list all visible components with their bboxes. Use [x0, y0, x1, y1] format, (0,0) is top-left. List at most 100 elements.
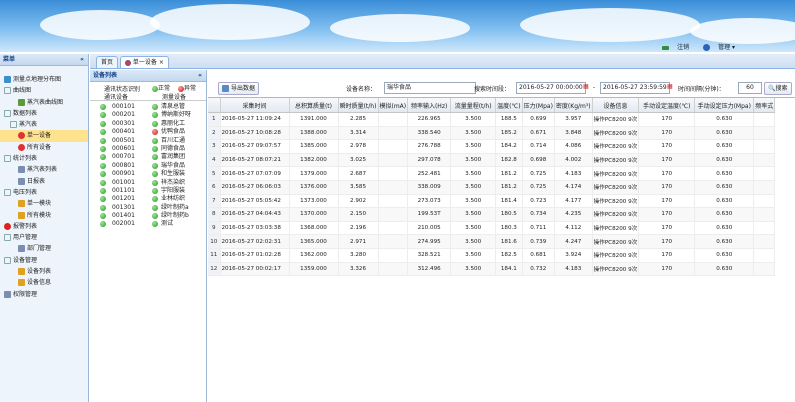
device-name-field[interactable]: 瑞华食品	[384, 82, 476, 94]
column-header[interactable]: 设备信息	[592, 98, 640, 113]
column-header[interactable]: 频率输入(Hz)	[407, 98, 452, 113]
menu-item[interactable]: 单一设备	[0, 130, 88, 142]
tab-single-device[interactable]: 单一设备 ×	[120, 56, 169, 68]
column-header[interactable]: 流量量程(t/h)	[450, 98, 497, 113]
table-row[interactable]: 1 2016-05-27 11:09:24 1391.000 2.285 226.965…	[208, 112, 776, 127]
column-header[interactable]: 压力(Mpa)	[522, 98, 555, 113]
menu-item[interactable]: 设备列表	[0, 266, 88, 277]
menu-item[interactable]: 蒸汽表列表	[0, 164, 88, 175]
device-row[interactable]: 001301 绿叶制药a	[90, 204, 206, 212]
menu-item[interactable]: 设备信息	[0, 277, 88, 288]
device-row[interactable]: 000601 同德食品	[90, 145, 206, 153]
table-row[interactable]: 5 2016-05-27 07:07:09 1379.000 2.687 252.481…	[208, 166, 776, 181]
close-icon[interactable]: ×	[159, 59, 164, 66]
row-number: 8	[208, 207, 221, 222]
table-cell: 1368.000	[289, 221, 339, 236]
table-cell: 170	[638, 153, 696, 168]
table-row[interactable]: 12 2016-05-27 00:02:17 1359.000 3.326 312.49…	[208, 262, 776, 277]
device-status-icon	[152, 213, 158, 220]
table-row[interactable]: 9 2016-05-27 03:03:38 1368.000 2.196 210.005…	[208, 221, 776, 236]
table-cell: 184.1	[495, 262, 523, 277]
table-row[interactable]: 7 2016-05-27 05:05:42 1373.000 2.902 273.073…	[208, 194, 776, 209]
table-cell: 4.174	[554, 180, 593, 195]
column-header[interactable]: 瞬时质量(t/h)	[338, 98, 379, 113]
table-cell: 1365.000	[289, 234, 339, 249]
column-header[interactable]: 总积算质量(t)	[289, 98, 339, 113]
menu-item[interactable]: 曲线图	[0, 85, 88, 96]
table-cell: 180.3	[495, 221, 523, 236]
table-cell: 182.8	[495, 153, 523, 168]
device-row[interactable]: 001101 宇阳服装	[90, 187, 206, 195]
device-row[interactable]: 000801 瑞华食品	[90, 162, 206, 170]
column-header[interactable]: 模拟(mA)	[378, 98, 409, 113]
table-cell: 2016-05-27 07:07:09	[220, 166, 290, 181]
device-row[interactable]: 000501 百川汇通	[90, 137, 206, 145]
menu-item[interactable]: 测量点地理分布图	[0, 74, 88, 85]
table-cell: 4.183	[554, 166, 593, 181]
column-header[interactable]: 温度(℃)	[495, 98, 523, 113]
table-cell: 3.585	[338, 180, 379, 195]
table-cell: 170	[638, 139, 696, 154]
calendar-icon[interactable]: ▦	[667, 83, 673, 90]
column-header[interactable]: 手动设定压力(Mpa)	[694, 98, 755, 113]
start-time-field[interactable]: 2016-05-27 00:00:00	[516, 82, 586, 94]
menu-item[interactable]: 日报表	[0, 176, 88, 187]
comm-status-icon	[100, 171, 106, 178]
menu-item[interactable]: 单一模块	[0, 198, 88, 209]
device-row[interactable]: 000301 惠丽化工	[90, 120, 206, 128]
collapse-sidebar-button[interactable]: «	[80, 54, 84, 65]
table-cell: 1391.000	[289, 112, 339, 127]
logout-link[interactable]: 注销	[656, 44, 689, 51]
menu-item[interactable]: 数据列表	[0, 108, 88, 119]
admin-menu[interactable]: 管理 ▾	[697, 44, 735, 51]
device-row[interactable]: 000401 优鸭食品	[90, 128, 206, 136]
menu-item[interactable]: 报警列表	[0, 221, 88, 232]
table-row[interactable]: 2 2016-05-27 10:08:28 1388.000 3.314 338.540…	[208, 126, 776, 141]
column-header[interactable]: 频率式	[753, 98, 776, 113]
device-row[interactable]: 000901 和生服装	[90, 170, 206, 178]
device-row[interactable]: 002001 测试	[90, 220, 206, 228]
table-row[interactable]: 3 2016-05-27 09:07:57 1385.000 2.978 276.788…	[208, 139, 776, 154]
search-button[interactable]: 🔍搜索	[764, 82, 792, 95]
device-row[interactable]: 001001 祥杰染织	[90, 179, 206, 187]
column-header[interactable]: 采集时间	[220, 98, 290, 113]
table-row[interactable]: 6 2016-05-27 06:06:03 1376.000 3.585 338.009…	[208, 180, 776, 195]
menu-item[interactable]: 统计列表	[0, 153, 88, 164]
menu-item[interactable]: 权限管理	[0, 289, 88, 300]
end-time-field[interactable]: 2016-05-27 23:59:59	[600, 82, 670, 94]
menu-item[interactable]: 设备管理	[0, 255, 88, 266]
user-links: 注销 管理 ▾	[650, 42, 735, 51]
calendar-icon[interactable]: ▦	[583, 83, 589, 90]
table-row[interactable]: 4 2016-05-27 08:07:21 1382.000 3.025 297.078…	[208, 153, 776, 168]
table-cell	[378, 221, 409, 236]
table-cell: 184.2	[495, 139, 523, 154]
device-status-icon	[152, 187, 158, 194]
column-header[interactable]: 手动设定温度(℃)	[638, 98, 696, 113]
table-cell: 0.725	[522, 166, 555, 181]
collapse-device-panel-button[interactable]: «	[198, 70, 202, 81]
menu-item[interactable]: 用户管理	[0, 232, 88, 243]
menu-item[interactable]: 蒸汽表	[0, 119, 88, 130]
device-row[interactable]: 001201 业林纺织	[90, 195, 206, 203]
table-cell: 3.924	[554, 248, 593, 263]
menu-item[interactable]: 蒸汽表曲线图	[0, 97, 88, 108]
device-row[interactable]: 000701 富润集团	[90, 153, 206, 161]
device-row[interactable]: 001401 绿叶制药b	[90, 212, 206, 220]
menu-item[interactable]: 所有模块	[0, 210, 88, 221]
table-row[interactable]: 11 2016-05-27 01:02:28 1362.000 3.280 328.52…	[208, 248, 776, 263]
tab-home[interactable]: 首页	[96, 56, 119, 68]
table-row[interactable]: 8 2016-05-27 04:04:43 1370.000 2.150 199.53T…	[208, 207, 776, 222]
device-status-icon	[152, 154, 158, 161]
table-cell: 3.326	[338, 262, 379, 277]
table-row[interactable]: 10 2016-05-27 02:02:31 1365.000 2.971 274.99…	[208, 234, 776, 249]
column-header[interactable]: 密度(Kg/m³)	[554, 98, 593, 113]
device-row[interactable]: 000201 博纳斯好呀	[90, 111, 206, 119]
menu-item[interactable]: 所有设备	[0, 142, 88, 153]
interval-field[interactable]: 60	[738, 82, 762, 94]
menu-item[interactable]: 部门管理	[0, 243, 88, 254]
table-cell: 170	[638, 234, 696, 249]
row-number: 11	[208, 248, 221, 263]
export-button[interactable]: 导出数据	[218, 82, 260, 95]
row-number: 5	[208, 166, 221, 181]
menu-item[interactable]: 电压列表	[0, 187, 88, 198]
